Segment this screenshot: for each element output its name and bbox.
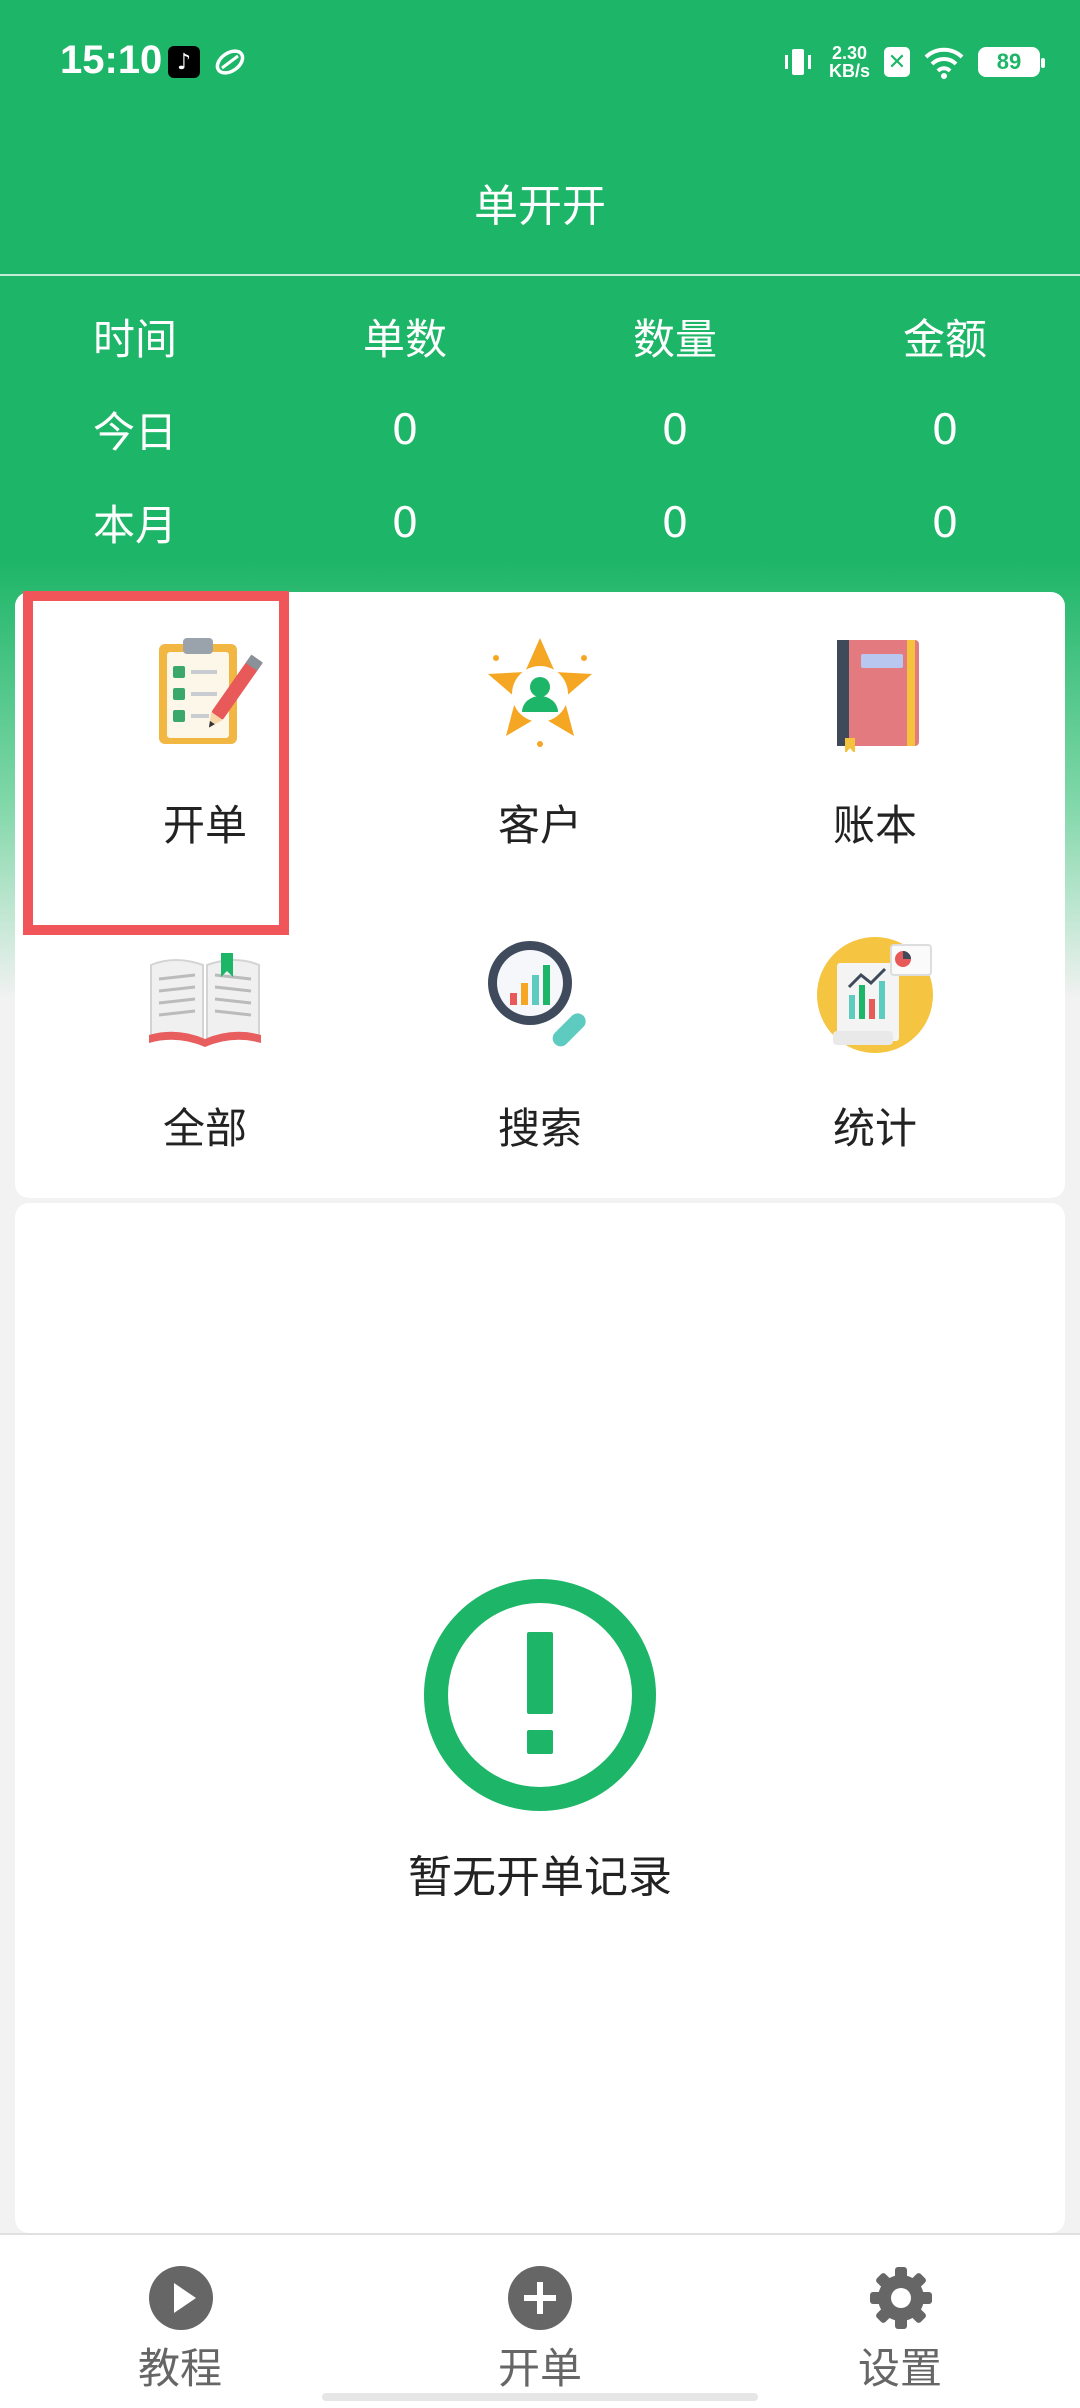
menu-item-ledger[interactable]: 账本 (700, 592, 1050, 892)
menu-item-statistics[interactable]: 统计 (700, 895, 1050, 1195)
menu-item-label: 统计 (832, 1104, 917, 1153)
stats-cell: 0 (931, 498, 959, 547)
menu-item-label: 账本 (832, 801, 917, 850)
empty-state-text: 暂无开单记录 (408, 1852, 672, 1903)
menu-item-label: 搜索 (497, 1104, 582, 1153)
stats-header: 时间 (92, 315, 177, 364)
stats-row-today: 今日 0 0 0 (0, 383, 1080, 476)
stats-table: 时间 单数 数量 金额 今日 0 0 0 本月 0 0 0 (0, 290, 1080, 569)
nav-label: 设置 (857, 2344, 942, 2393)
stats-cell: 0 (391, 405, 419, 454)
nav-tutorial[interactable]: 教程 (0, 2235, 360, 2408)
nav-create-order[interactable]: 开单 (360, 2235, 720, 2408)
vibrate-icon (784, 49, 811, 75)
app-notification-icon (215, 49, 245, 75)
stats-cell: 0 (661, 498, 689, 547)
sim-off-icon: ✕ (884, 47, 910, 77)
highlight-box (23, 591, 289, 935)
nav-settings[interactable]: 设置 (720, 2235, 1080, 2408)
stats-header: 数量 (632, 315, 717, 364)
menu-item-customers[interactable]: 客户 (365, 592, 715, 892)
stats-header: 单数 (362, 315, 447, 364)
stats-cell: 今日 (92, 408, 177, 457)
tiktok-icon: ♪ (168, 46, 200, 78)
menu-item-search[interactable]: 搜索 (365, 895, 715, 1195)
exclamation-circle-icon (424, 1579, 656, 1811)
stats-cell: 0 (661, 405, 689, 454)
menu-item-label: 客户 (497, 801, 582, 850)
menu-item-label: 全部 (162, 1104, 247, 1153)
battery-indicator: 89 (978, 47, 1045, 77)
bottom-nav: 教程 开单 设置 (0, 2233, 1080, 2408)
app-title: 单开开 (0, 130, 1080, 276)
ledger-book-icon (837, 640, 919, 752)
customer-star-icon (488, 638, 592, 747)
search-chart-icon (488, 941, 586, 1047)
statistics-icon (817, 937, 933, 1053)
stats-cell: 本月 (92, 501, 177, 550)
order-list-panel: 暂无开单记录 (15, 1203, 1065, 2233)
open-book-icon (149, 953, 261, 1047)
stats-cell: 0 (931, 405, 959, 454)
stats-row-month: 本月 0 0 0 (0, 476, 1080, 569)
play-icon (149, 2266, 213, 2330)
nav-label: 教程 (137, 2344, 222, 2393)
plus-icon (508, 2266, 572, 2330)
status-time: 15:10 (60, 38, 163, 82)
gear-icon (870, 2267, 932, 2329)
stats-cell: 0 (391, 498, 419, 547)
wifi-icon (924, 47, 964, 79)
status-bar: 15:10 ♪ 2.30 KB/s ✕ 89 (0, 0, 1080, 130)
home-indicator[interactable] (322, 2393, 758, 2401)
stats-header-row: 时间 单数 数量 金额 (0, 290, 1080, 383)
stats-header: 金额 (902, 315, 987, 364)
net-speed: 2.30 KB/s (828, 43, 870, 81)
nav-label: 开单 (497, 2344, 582, 2393)
menu-item-all[interactable]: 全部 (30, 895, 380, 1195)
